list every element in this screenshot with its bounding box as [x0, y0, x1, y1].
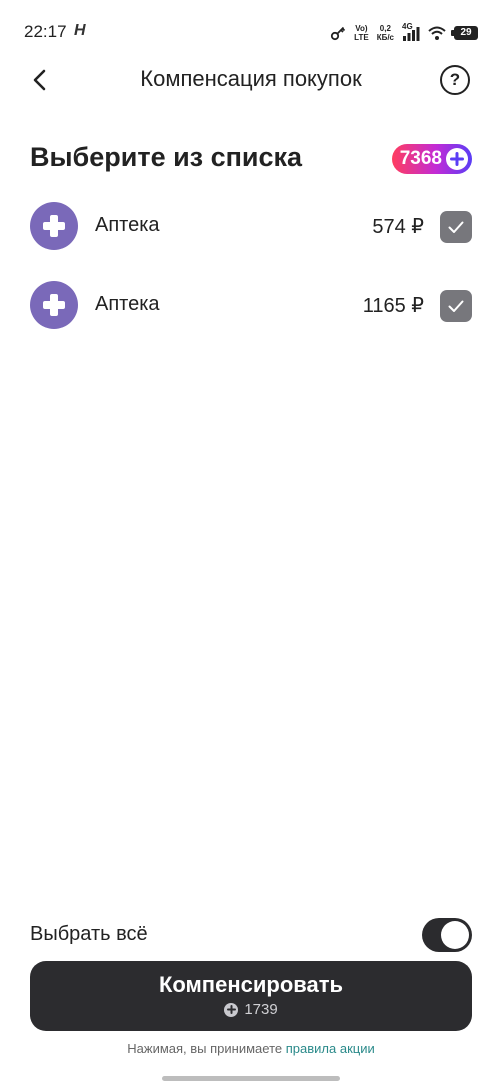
key-icon [331, 26, 346, 41]
select-all-label: Выбрать всё [30, 923, 148, 945]
toggle-knob [441, 921, 469, 949]
status-time: 22:17 [24, 22, 67, 41]
checkmark-icon [448, 300, 464, 312]
points-balance: 7368 [399, 148, 442, 169]
purchase-checkbox[interactable] [440, 290, 472, 322]
compensate-points-value: 1739 [244, 1001, 278, 1018]
pharmacy-cross-icon [30, 281, 78, 329]
purchase-amount: 1165 ₽ [362, 295, 424, 317]
points-balance-badge[interactable]: 7368 [391, 144, 472, 174]
wifi-icon [428, 26, 446, 40]
battery-icon: 29 [451, 26, 478, 40]
purchase-checkbox[interactable] [440, 211, 472, 243]
question-circle-icon: ? [449, 70, 461, 89]
section-title: Выберите из списка [30, 142, 303, 172]
signal-icon: 4G [402, 22, 420, 42]
checkmark-icon [448, 221, 464, 233]
terms-text: Нажимая, вы принимаете [127, 1041, 283, 1056]
header: Компенсация покупок ? [0, 54, 502, 104]
home-indicator[interactable] [162, 1076, 340, 1081]
plus-points-icon [224, 1002, 239, 1017]
help-button[interactable]: ? [440, 65, 470, 95]
list-item[interactable]: Аптека 574 ₽ [0, 198, 502, 277]
page-title: Компенсация покупок [140, 66, 362, 91]
compensate-points: 1739 [30, 1001, 472, 1018]
select-all-toggle[interactable] [422, 918, 472, 952]
compensate-button-label: Компенсировать [158, 972, 344, 997]
volte-indicator: Vo) LTE [354, 24, 369, 42]
plus-points-icon [446, 148, 468, 170]
h-notification-icon: H [74, 22, 86, 39]
network-speed: 0,2 КБ/с [376, 24, 394, 42]
purchase-amount: 574 ₽ [372, 216, 424, 238]
pharmacy-cross-icon [30, 202, 78, 250]
purchase-list: Аптека 574 ₽ Аптека 1165 ₽ [0, 198, 502, 356]
terms-link[interactable]: правила акции [286, 1041, 375, 1056]
list-item[interactable]: Аптека 1165 ₽ [0, 277, 502, 356]
purchase-name: Аптека [95, 293, 160, 315]
purchase-name: Аптека [95, 214, 160, 236]
compensate-button[interactable]: Компенсировать 1739 [30, 961, 472, 1031]
terms-footnote: Нажимая, вы принимаете правила акции [0, 1041, 502, 1056]
status-icons: Vo) LTE 0,2 КБ/с 4G 29 [330, 22, 478, 44]
